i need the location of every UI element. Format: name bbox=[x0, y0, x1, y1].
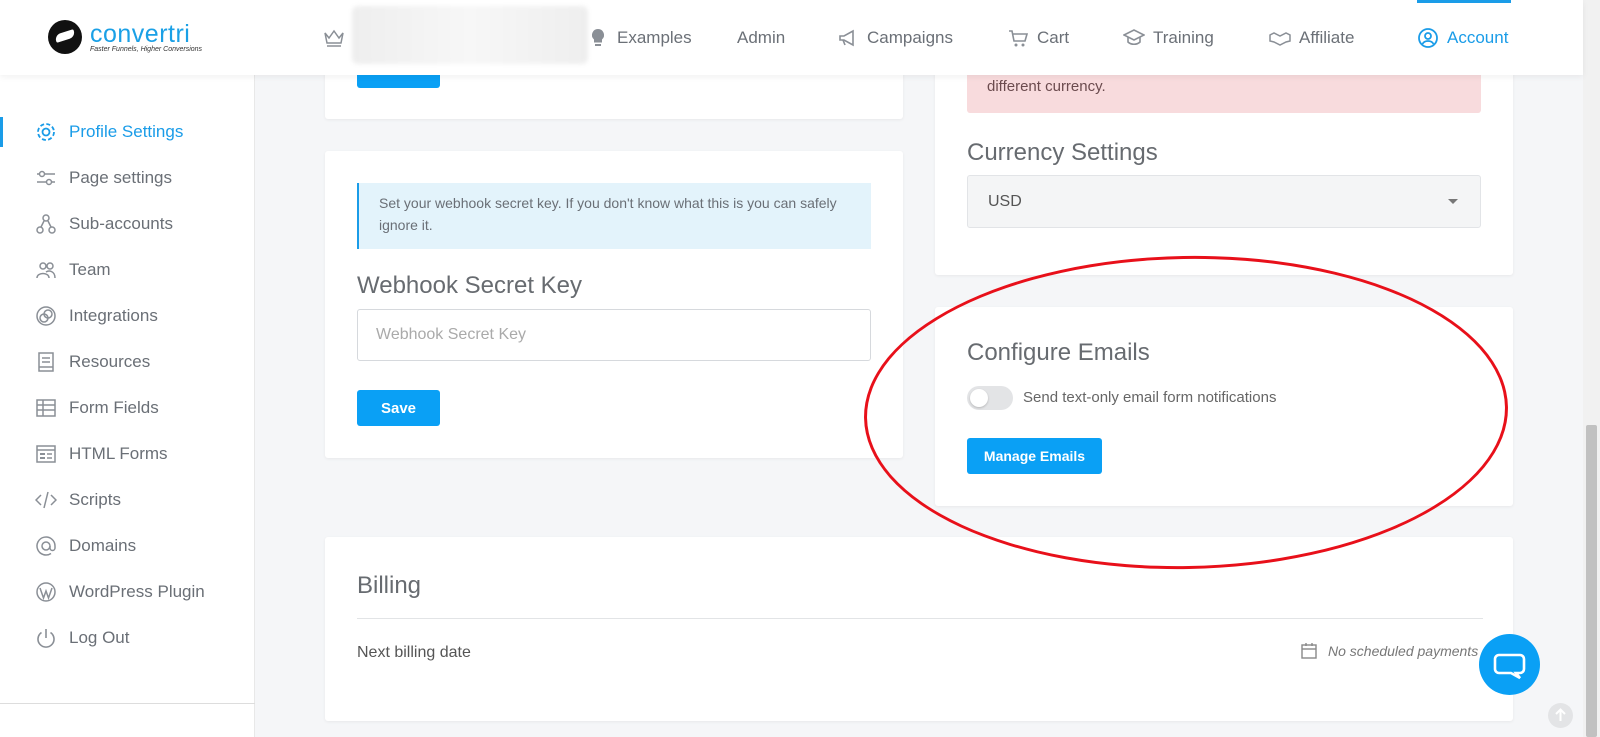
form-icon bbox=[36, 445, 56, 463]
sitemap-icon bbox=[36, 214, 56, 234]
nav-training-label: Training bbox=[1153, 28, 1214, 47]
billing-title: Billing bbox=[357, 572, 422, 599]
sidebar-item-label: Integrations bbox=[69, 306, 158, 325]
configure-emails-card: Configure Emails Send text-only email fo… bbox=[935, 307, 1513, 506]
chat-support-button[interactable] bbox=[1479, 634, 1540, 695]
scroll-to-top-button[interactable] bbox=[1548, 703, 1573, 728]
sidebar-item-label: Scripts bbox=[69, 490, 121, 509]
configure-emails-title: Configure Emails bbox=[967, 339, 1150, 366]
nav-cart[interactable]: Cart bbox=[1007, 24, 1069, 52]
sidebar-item-label: Form Fields bbox=[69, 398, 159, 417]
webhook-secret-input[interactable]: Webhook Secret Key bbox=[357, 309, 871, 361]
currency-card: different currency. Currency Settings US… bbox=[935, 60, 1513, 275]
webhook-info-box: Set your webhook secret key. If you don'… bbox=[357, 183, 871, 249]
webhook-title: Webhook Secret Key bbox=[357, 272, 583, 299]
nav-examples[interactable]: Examples bbox=[587, 24, 692, 52]
webhook-card: Set your webhook secret key. If you don'… bbox=[325, 151, 903, 458]
calendar-icon bbox=[1301, 643, 1317, 659]
scrollbar-thumb[interactable] bbox=[1586, 425, 1597, 737]
sidebar-item-profile-settings[interactable]: Profile Settings bbox=[35, 119, 183, 145]
sidebar-item-sub-accounts[interactable]: Sub-accounts bbox=[35, 211, 173, 237]
sidebar-item-label: Log Out bbox=[69, 628, 130, 647]
sidebar-item-html-forms[interactable]: HTML Forms bbox=[35, 441, 168, 467]
sidebar-item-label: Sub-accounts bbox=[69, 214, 173, 233]
next-billing-date-label: Next billing date bbox=[357, 644, 471, 661]
billing-card: Billing Next billing date No scheduled p… bbox=[325, 537, 1513, 721]
lightbulb-icon bbox=[591, 28, 605, 46]
currency-select[interactable]: USD bbox=[967, 175, 1481, 228]
sidebar-item-label: Profile Settings bbox=[69, 122, 184, 141]
sidebar-item-log-out[interactable]: Log Out bbox=[35, 625, 130, 651]
book-icon bbox=[38, 352, 54, 372]
nav-cart-label: Cart bbox=[1037, 28, 1070, 47]
blurred-account-banner bbox=[352, 6, 588, 64]
billing-divider bbox=[357, 618, 1483, 619]
logo-icon bbox=[48, 20, 82, 54]
next-billing-date-text: No scheduled payments bbox=[1328, 643, 1479, 659]
nav-account[interactable]: Account bbox=[1417, 24, 1508, 52]
save-button[interactable]: Save bbox=[357, 390, 440, 426]
nav-affiliate[interactable]: Affiliate bbox=[1269, 24, 1354, 52]
nav-admin[interactable]: Admin bbox=[737, 24, 785, 52]
text-only-email-toggle-label: Send text-only email form notifications bbox=[1023, 389, 1277, 406]
gear-icon bbox=[37, 123, 55, 141]
sliders-icon bbox=[37, 170, 55, 186]
sidebar-item-label: Domains bbox=[69, 536, 137, 555]
sidebar-active-indicator bbox=[0, 117, 3, 147]
power-icon bbox=[37, 629, 55, 648]
at-icon bbox=[36, 536, 56, 556]
chat-bubble-icon bbox=[1493, 653, 1526, 680]
user-circle-icon bbox=[1418, 28, 1438, 48]
sidebar-item-page-settings[interactable]: Page settings bbox=[35, 165, 172, 191]
currency-title: Currency Settings bbox=[967, 139, 1158, 166]
nav-training[interactable]: Training bbox=[1123, 24, 1214, 52]
sidebar-item-label: Team bbox=[69, 260, 111, 279]
logo-tagline: Faster Funnels, Higher Conversions bbox=[90, 45, 203, 53]
nav-account-label: Account bbox=[1447, 28, 1509, 47]
sidebar-item-label: Page settings bbox=[69, 168, 173, 187]
nav-campaigns-label: Campaigns bbox=[867, 28, 953, 47]
manage-emails-button[interactable]: Manage Emails bbox=[967, 438, 1102, 474]
sidebar-item-label: HTML Forms bbox=[69, 444, 168, 463]
logo-name: convertri bbox=[90, 19, 191, 48]
sidebar-item-form-fields[interactable]: Form Fields bbox=[35, 395, 159, 421]
handshake-icon bbox=[1269, 32, 1291, 46]
crown-icon[interactable] bbox=[322, 26, 346, 48]
text-only-email-toggle[interactable] bbox=[967, 386, 1013, 410]
nav-admin-label: Admin bbox=[737, 28, 786, 47]
nav-active-indicator bbox=[1417, 0, 1511, 3]
logo[interactable]: convertri Faster Funnels, Higher Convers… bbox=[48, 20, 202, 54]
wordpress-icon bbox=[36, 582, 56, 602]
code-icon bbox=[35, 491, 57, 509]
cart-icon bbox=[1009, 30, 1029, 47]
nav-affiliate-label: Affiliate bbox=[1299, 28, 1355, 47]
users-icon bbox=[36, 262, 56, 279]
megaphone-icon bbox=[839, 29, 854, 47]
next-billing-date-value: No scheduled payments bbox=[1300, 642, 1478, 660]
top-navbar: convertri Faster Funnels, Higher Convers… bbox=[0, 0, 1583, 75]
sidebar-item-wordpress-plugin[interactable]: WordPress Plugin bbox=[35, 579, 205, 605]
sidebar-item-label: WordPress Plugin bbox=[69, 582, 205, 601]
table-icon bbox=[36, 399, 56, 417]
sidebar-item-resources[interactable]: Resources bbox=[35, 349, 150, 375]
sidebar: Profile Settings Page settings Sub-accou… bbox=[0, 75, 255, 737]
sidebar-item-integrations[interactable]: Integrations bbox=[35, 303, 158, 329]
sidebar-item-scripts[interactable]: Scripts bbox=[35, 487, 121, 513]
sidebar-item-label: Resources bbox=[69, 352, 151, 371]
chevron-down-icon bbox=[1448, 199, 1458, 204]
link-icon bbox=[36, 306, 56, 326]
sidebar-item-team[interactable]: Team bbox=[35, 257, 111, 283]
nav-campaigns[interactable]: Campaigns bbox=[837, 24, 953, 52]
sidebar-divider bbox=[0, 703, 255, 704]
currency-selected-value: USD bbox=[988, 192, 1022, 210]
sidebar-item-domains[interactable]: Domains bbox=[35, 533, 136, 559]
graduation-cap-icon bbox=[1123, 29, 1145, 46]
arrow-up-icon bbox=[1555, 708, 1566, 721]
nav-examples-label: Examples bbox=[617, 28, 692, 47]
